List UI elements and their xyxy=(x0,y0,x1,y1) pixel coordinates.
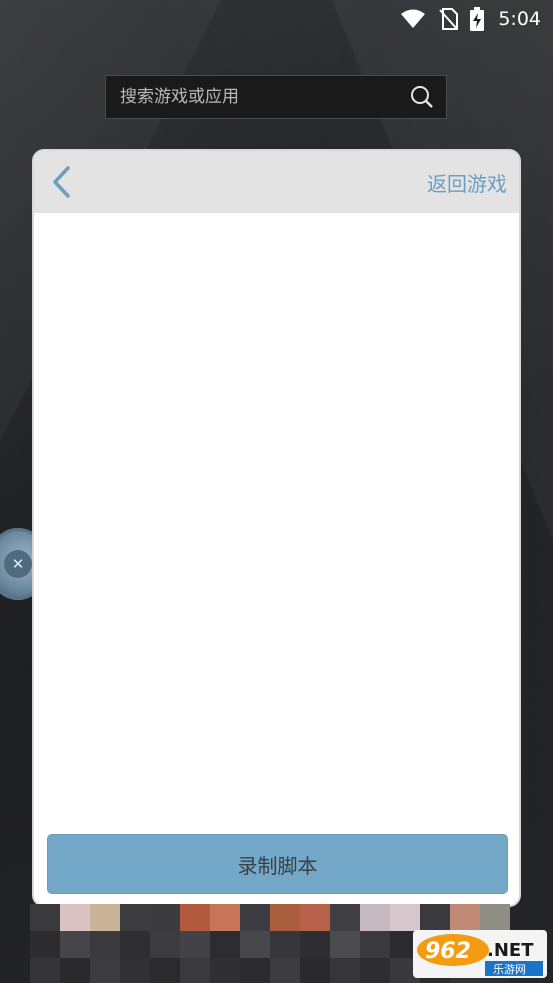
close-icon: ✕ xyxy=(4,550,32,578)
dialog-header: 返回游戏 xyxy=(34,151,519,213)
status-bar: 5:04 xyxy=(0,0,553,38)
battery-charging-icon xyxy=(470,7,485,31)
dialog-content-area xyxy=(34,213,519,825)
chevron-left-icon[interactable] xyxy=(50,165,72,199)
status-time: 5:04 xyxy=(498,8,541,30)
return-to-game-link[interactable]: 返回游戏 xyxy=(427,168,507,197)
search-icon[interactable] xyxy=(410,85,434,109)
record-script-button[interactable]: 录制脚本 xyxy=(47,834,508,894)
search-input[interactable] xyxy=(120,87,380,107)
svg-text:乐游网: 乐游网 xyxy=(493,963,526,976)
wifi-icon xyxy=(400,9,426,29)
watermark-logo: 962 .NET 乐游网 xyxy=(413,930,547,978)
svg-text:962: 962 xyxy=(425,939,471,964)
script-dialog: 返回游戏 录制脚本 xyxy=(32,149,521,907)
svg-text:.NET: .NET xyxy=(487,940,534,961)
search-bar[interactable] xyxy=(105,75,447,119)
no-sim-icon xyxy=(438,8,459,30)
